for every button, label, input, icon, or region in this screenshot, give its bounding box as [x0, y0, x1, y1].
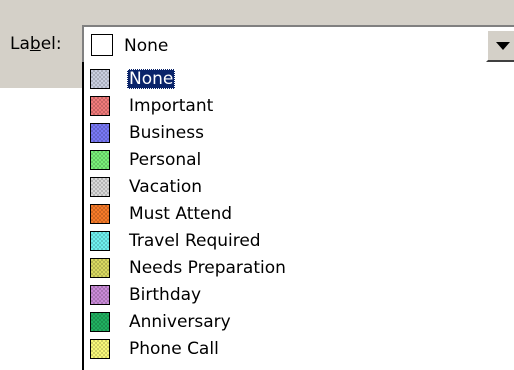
color-swatch-icon — [90, 69, 110, 89]
color-swatch-icon — [90, 204, 110, 224]
label-combobox[interactable]: None — [82, 25, 514, 64]
color-swatch-icon — [90, 312, 110, 332]
list-item-label: Needs Preparation — [129, 258, 286, 278]
combo-color-swatch — [91, 34, 113, 56]
list-item-label: Important — [129, 96, 214, 116]
list-item-label: Birthday — [129, 285, 202, 305]
list-item-label: Must Attend — [129, 204, 233, 224]
combo-selected-value: None — [124, 36, 169, 56]
list-item-label: Business — [129, 123, 204, 143]
list-item-label: None — [127, 69, 176, 89]
color-swatch-icon — [90, 96, 110, 116]
list-item-label: Anniversary — [129, 312, 231, 332]
label-dropdown-list[interactable]: None Important Business Personal Vacatio… — [82, 62, 514, 370]
color-swatch-icon — [90, 258, 110, 278]
color-swatch-icon — [90, 231, 110, 251]
color-swatch-icon — [90, 285, 110, 305]
list-item-label: Travel Required — [129, 231, 261, 251]
color-swatch-icon — [90, 123, 110, 143]
dropdown-arrow-button[interactable] — [486, 29, 514, 62]
color-swatch-icon — [90, 177, 110, 197]
color-swatch-icon — [90, 339, 110, 359]
color-swatch-icon — [90, 150, 110, 170]
list-item-label: Phone Call — [129, 339, 219, 359]
list-item-label: Vacation — [129, 177, 203, 197]
label-caption: Label: — [10, 34, 62, 54]
list-item-label: Personal — [129, 150, 202, 170]
